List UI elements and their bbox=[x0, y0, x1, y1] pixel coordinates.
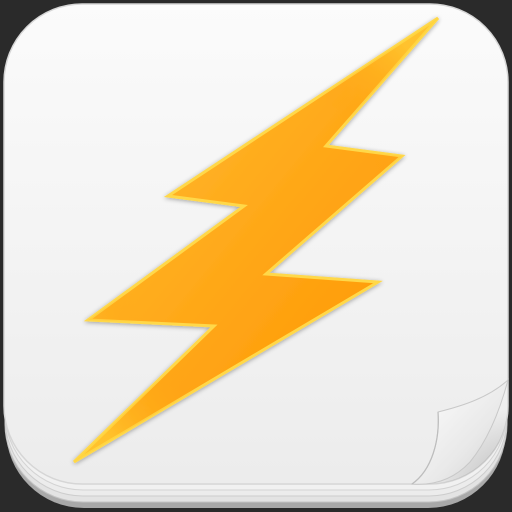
app-icon[interactable] bbox=[0, 0, 512, 512]
app-icon-canvas bbox=[0, 0, 512, 512]
